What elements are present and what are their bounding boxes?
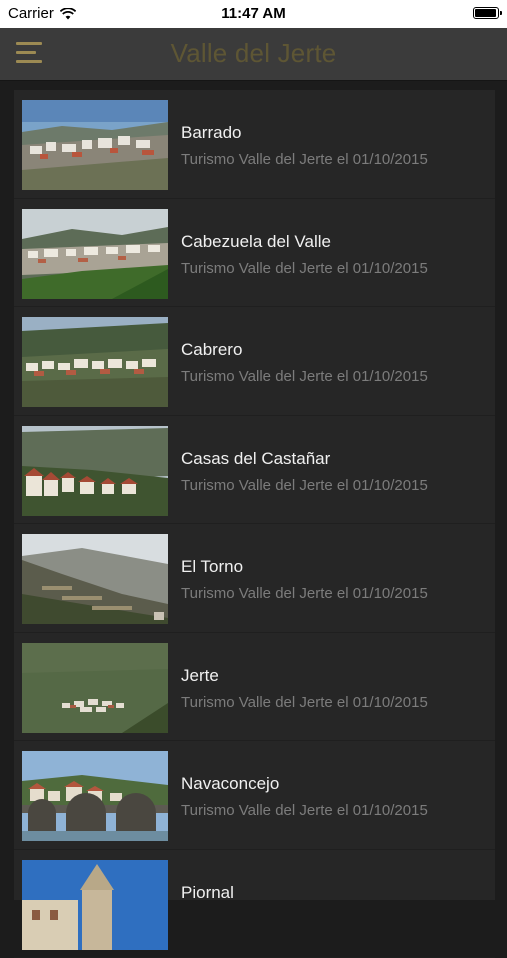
navigation-bar: Valle del Jerte bbox=[0, 28, 507, 81]
town-thumbnail bbox=[22, 643, 168, 733]
list-item-title: Cabezuela del Valle bbox=[181, 232, 331, 252]
town-thumbnail bbox=[22, 751, 168, 841]
town-list[interactable]: Barrado Turismo Valle del Jerte el 01/10… bbox=[14, 90, 495, 900]
town-thumbnail bbox=[22, 317, 168, 407]
list-item[interactable]: Cabezuela del Valle Turismo Valle del Je… bbox=[14, 199, 495, 308]
list-item-subtitle: Turismo Valle del Jerte el 01/10/2015 bbox=[181, 694, 428, 711]
list-item[interactable]: El Torno Turismo Valle del Jerte el 01/1… bbox=[14, 524, 495, 633]
list-item-subtitle: Turismo Valle del Jerte el 01/10/2015 bbox=[181, 260, 428, 277]
battery-level bbox=[475, 9, 496, 17]
list-item-title: Barrado bbox=[181, 123, 241, 143]
list-item-title: Jerte bbox=[181, 666, 219, 686]
list-item[interactable]: Navaconcejo Turismo Valle del Jerte el 0… bbox=[14, 741, 495, 850]
town-thumbnail bbox=[22, 860, 168, 950]
town-thumbnail bbox=[22, 426, 168, 516]
status-bar: Carrier 11:47 AM bbox=[0, 0, 507, 28]
list-item-subtitle: Turismo Valle del Jerte el 01/10/2015 bbox=[181, 585, 428, 602]
list-item[interactable]: Piornal bbox=[14, 850, 495, 958]
list-item-title: Cabrero bbox=[181, 340, 242, 360]
list-item-subtitle: Turismo Valle del Jerte el 01/10/2015 bbox=[181, 368, 428, 385]
list-item-title: Navaconcejo bbox=[181, 774, 279, 794]
town-thumbnail bbox=[22, 534, 168, 624]
town-thumbnail bbox=[22, 100, 168, 190]
list-item[interactable]: Casas del Castañar Turismo Valle del Jer… bbox=[14, 416, 495, 525]
list-item-title: Casas del Castañar bbox=[181, 449, 330, 469]
page-title: Valle del Jerte bbox=[0, 38, 507, 69]
town-thumbnail bbox=[22, 209, 168, 299]
list-item[interactable]: Jerte Turismo Valle del Jerte el 01/10/2… bbox=[14, 633, 495, 742]
list-item-title: El Torno bbox=[181, 557, 243, 577]
battery-icon bbox=[473, 7, 499, 19]
list-item-subtitle: Turismo Valle del Jerte el 01/10/2015 bbox=[181, 151, 428, 168]
status-time: 11:47 AM bbox=[0, 5, 507, 22]
list-item-subtitle: Turismo Valle del Jerte el 01/10/2015 bbox=[181, 802, 428, 819]
list-item-subtitle: Turismo Valle del Jerte el 01/10/2015 bbox=[181, 477, 428, 494]
list-item[interactable]: Barrado Turismo Valle del Jerte el 01/10… bbox=[14, 90, 495, 199]
list-item[interactable]: Cabrero Turismo Valle del Jerte el 01/10… bbox=[14, 307, 495, 416]
